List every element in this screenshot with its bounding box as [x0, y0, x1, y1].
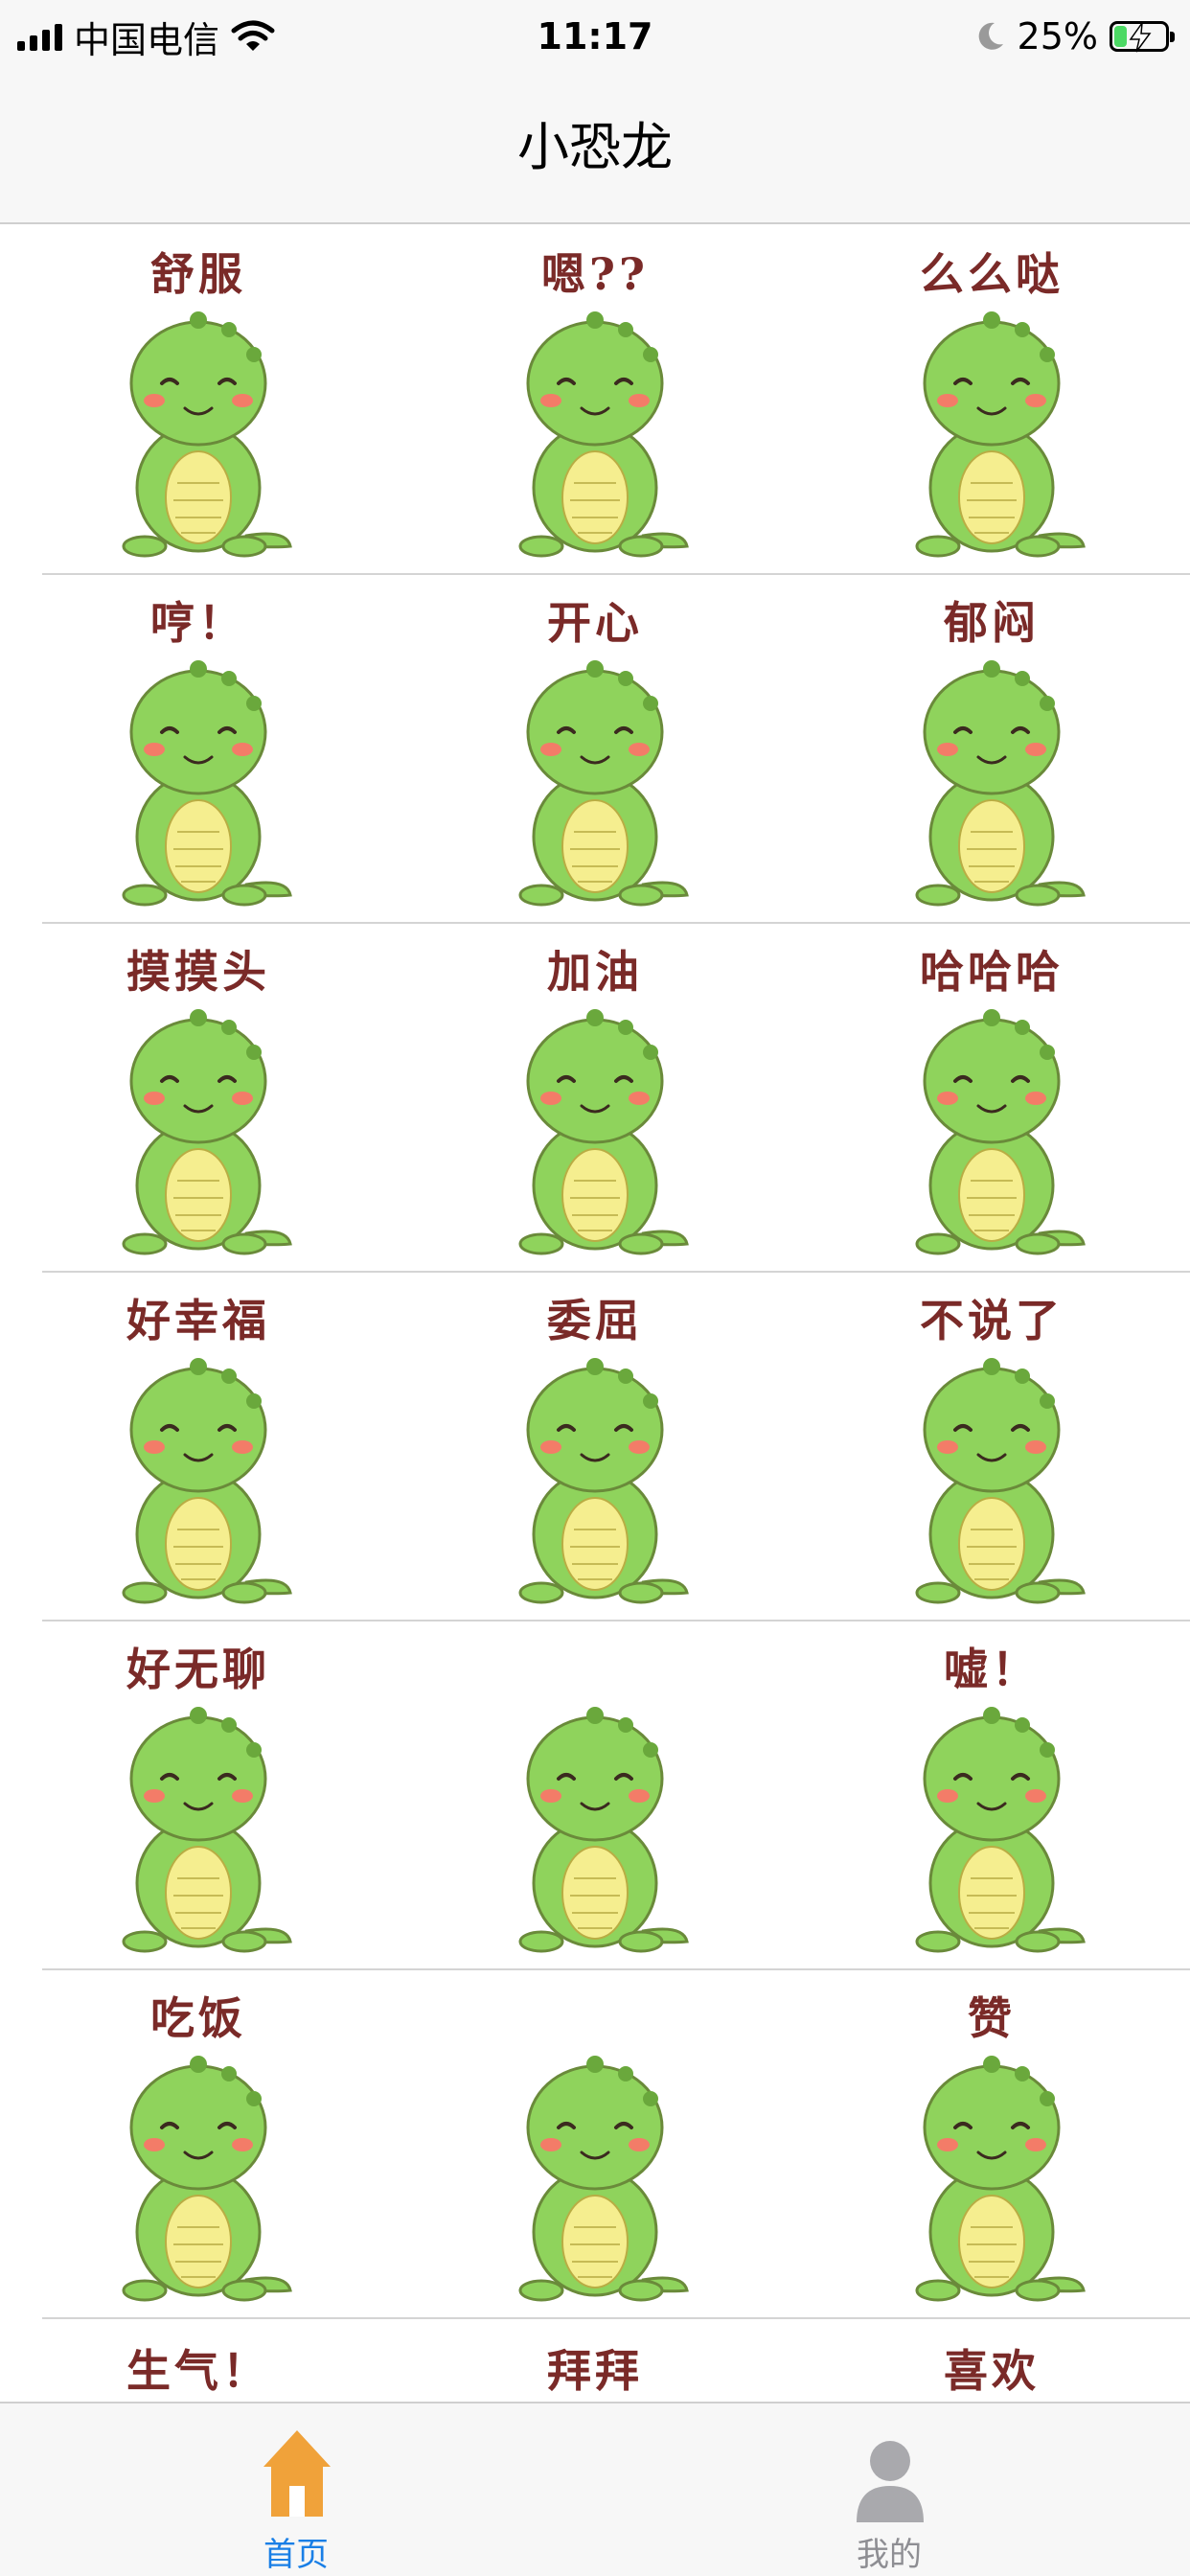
tab-bar: 首页 我的: [0, 2402, 1190, 2576]
charging-bolt-icon: [1129, 22, 1152, 53]
dinosaur-sticker-icon: [122, 1707, 292, 1953]
sticker-cell[interactable]: 委屈: [397, 1273, 793, 1620]
sticker-cell[interactable]: 好无聊: [0, 1622, 397, 1968]
sticker-caption: 好无聊: [126, 1644, 270, 1695]
sticker-caption: 加油: [547, 946, 643, 998]
sticker-grid[interactable]: 舒服 嗯?? 么么哒哼！ 开心 郁闷摸摸头 加油 哈哈哈好幸福 委屈 不说了好无聊 嘘！ 吃饭 赞生气…: [0, 226, 1190, 2402]
sticker-caption: 拜拜: [547, 2345, 643, 2397]
tab-mine[interactable]: 我的: [745, 2404, 1033, 2576]
sticker-row: 哼！ 开心 郁闷: [0, 575, 1190, 924]
sticker-row: 舒服 嗯?? 么么哒: [0, 226, 1190, 575]
sticker-cell[interactable]: 嘘！: [793, 1622, 1190, 1968]
battery-percent: 25%: [1017, 15, 1098, 58]
sticker-caption: 哈哈哈: [920, 946, 1064, 998]
status-bar: 中国电信 11:17 25%: [0, 0, 1190, 73]
tab-home-label: 首页: [263, 2536, 329, 2574]
dinosaur-sticker-icon: [518, 1707, 689, 1953]
sticker-cell[interactable]: 拜拜: [397, 2319, 793, 2402]
sticker-cell[interactable]: 不说了: [793, 1273, 1190, 1620]
sticker-caption: 吃饭: [150, 1992, 246, 2044]
sticker-row: 摸摸头 加油 哈哈哈: [0, 924, 1190, 1273]
person-icon: [857, 2441, 924, 2522]
sticker-caption: 嗯??: [541, 248, 649, 300]
sticker-caption: 嘘！: [944, 1644, 1040, 1695]
sticker-caption: 摸摸头: [126, 946, 270, 998]
sticker-cell[interactable]: 哼！: [0, 575, 397, 922]
tab-home[interactable]: 首页: [152, 2404, 440, 2576]
dinosaur-sticker-icon: [915, 2056, 1086, 2302]
dinosaur-sticker-icon: [915, 1707, 1086, 1953]
sticker-caption: 哼！: [150, 597, 246, 649]
sticker-caption: 喜欢: [944, 2345, 1040, 2397]
dinosaur-sticker-icon: [122, 1009, 292, 1255]
page-title: 小恐龙: [517, 117, 673, 177]
dinosaur-sticker-icon: [518, 2056, 689, 2302]
sticker-caption: 委屈: [547, 1295, 643, 1346]
sticker-cell[interactable]: 开心: [397, 575, 793, 922]
sticker-cell[interactable]: 哈哈哈: [793, 924, 1190, 1271]
sticker-caption: 不说了: [920, 1295, 1064, 1346]
sticker-cell[interactable]: 舒服: [0, 226, 397, 573]
dinosaur-sticker-icon: [915, 1358, 1086, 1604]
dinosaur-sticker-icon: [915, 311, 1086, 558]
sticker-row: 好幸福 委屈 不说了: [0, 1273, 1190, 1622]
sticker-caption: 赞: [968, 1992, 1016, 2044]
sticker-cell[interactable]: [397, 1622, 793, 1968]
sticker-cell[interactable]: 摸摸头: [0, 924, 397, 1271]
sticker-caption: 好幸福: [126, 1295, 270, 1346]
sticker-cell[interactable]: 加油: [397, 924, 793, 1271]
sticker-caption: 舒服: [150, 248, 246, 300]
dinosaur-sticker-icon: [122, 311, 292, 558]
sticker-cell[interactable]: 郁闷: [793, 575, 1190, 922]
sticker-caption: 开心: [547, 597, 643, 649]
dinosaur-sticker-icon: [122, 2056, 292, 2302]
sticker-cell[interactable]: [397, 1970, 793, 2317]
moon-icon: [978, 22, 1003, 50]
sticker-cell[interactable]: 吃饭: [0, 1970, 397, 2317]
dinosaur-sticker-icon: [122, 660, 292, 907]
battery-icon: [1110, 21, 1175, 53]
tab-mine-label: 我的: [857, 2536, 922, 2574]
sticker-cell[interactable]: 么么哒: [793, 226, 1190, 573]
sticker-caption: 郁闷: [944, 597, 1040, 649]
dinosaur-sticker-icon: [915, 660, 1086, 907]
sticker-row: 生气！ 拜拜 喜欢: [0, 2319, 1190, 2402]
sticker-row: 吃饭 赞: [0, 1970, 1190, 2319]
status-right: 25%: [973, 13, 1175, 59]
sticker-row: 好无聊 嘘！: [0, 1622, 1190, 1970]
sticker-cell[interactable]: 赞: [793, 1970, 1190, 2317]
dinosaur-sticker-icon: [518, 1358, 689, 1604]
sticker-cell[interactable]: 好幸福: [0, 1273, 397, 1620]
dinosaur-sticker-icon: [122, 1358, 292, 1604]
dinosaur-sticker-icon: [915, 1009, 1086, 1255]
dinosaur-sticker-icon: [518, 660, 689, 907]
sticker-cell[interactable]: 嗯??: [397, 226, 793, 573]
navigation-bar: 小恐龙: [0, 73, 1190, 224]
sticker-cell[interactable]: 喜欢: [793, 2319, 1190, 2402]
sticker-cell[interactable]: 生气！: [0, 2319, 397, 2402]
dinosaur-sticker-icon: [518, 311, 689, 558]
dinosaur-sticker-icon: [518, 1009, 689, 1255]
home-icon: [263, 2430, 331, 2517]
sticker-caption: 生气！: [126, 2345, 270, 2397]
sticker-caption: 么么哒: [920, 248, 1064, 300]
